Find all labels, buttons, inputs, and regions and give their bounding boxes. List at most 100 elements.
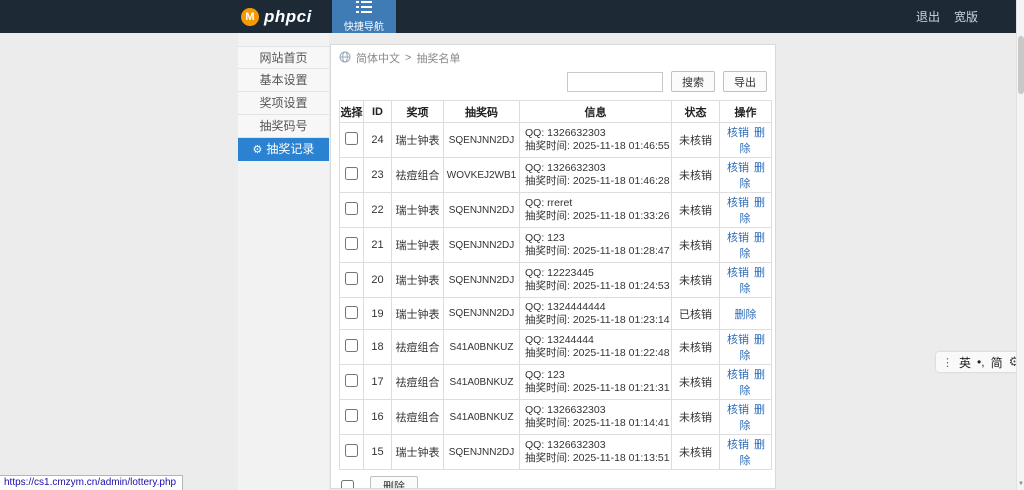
row-prize: 瑞士钟表 <box>392 193 444 228</box>
row-actions: 核销 删除 <box>720 123 772 158</box>
quick-nav-tab[interactable]: 快捷导航 <box>332 0 396 33</box>
row-id: 20 <box>364 263 392 298</box>
row-checkbox[interactable] <box>345 167 358 180</box>
row-qq: QQ: 1326632303 <box>525 439 666 452</box>
row-checkbox[interactable] <box>345 306 358 319</box>
sidebar-item-label: 抽奖记录 <box>266 142 314 156</box>
header-actions: 操作 <box>720 101 772 123</box>
scroll-down-icon[interactable]: ▼ <box>1017 480 1024 488</box>
row-id: 22 <box>364 193 392 228</box>
header-code: 抽奖码 <box>444 101 520 123</box>
row-status: 未核销 <box>672 123 720 158</box>
export-button[interactable]: 导出 <box>723 71 767 92</box>
row-actions: 核销 删除 <box>720 435 772 470</box>
quick-nav-label: 快捷导航 <box>344 18 384 33</box>
row-qq: QQ: 1326632303 <box>525 404 666 417</box>
sidebar-item-lottery-records[interactable]: ⚙抽奖记录 <box>238 138 329 161</box>
row-id: 15 <box>364 435 392 470</box>
toolbar: 搜索 导出 <box>339 71 767 92</box>
table-row: 16 祛痘组合 S41A0BNKUZ QQ: 1326632303 抽奖时间: … <box>340 400 772 435</box>
ime-charset-mode[interactable]: 简 <box>991 354 1003 371</box>
row-time: 抽奖时间: 2025-11-18 01:28:47 <box>525 245 666 258</box>
table-row: 23 祛痘组合 WOVKEJ2WB1 QQ: 1326632303 抽奖时间: … <box>340 158 772 193</box>
row-status: 未核销 <box>672 193 720 228</box>
row-checkbox[interactable] <box>345 237 358 250</box>
verify-link[interactable]: 核销 <box>727 439 749 451</box>
drag-handle-icon[interactable]: ⋮ <box>942 356 953 369</box>
row-info: QQ: 1326632303 抽奖时间: 2025-11-18 01:46:55 <box>520 123 672 158</box>
row-code: S41A0BNKUZ <box>444 330 520 365</box>
row-time: 抽奖时间: 2025-11-18 01:23:14 <box>525 314 666 327</box>
delete-link[interactable]: 删除 <box>735 309 757 321</box>
menu-list-icon <box>356 1 372 16</box>
search-input[interactable] <box>567 72 663 92</box>
row-prize: 瑞士钟表 <box>392 298 444 330</box>
verify-link[interactable]: 核销 <box>727 162 749 174</box>
header-info: 信息 <box>520 101 672 123</box>
breadcrumb-language[interactable]: 简体中文 <box>356 50 400 66</box>
row-info: QQ: rreret 抽奖时间: 2025-11-18 01:33:26 <box>520 193 672 228</box>
row-prize: 祛痘组合 <box>392 400 444 435</box>
row-info: QQ: 12223445 抽奖时间: 2025-11-18 01:24:53 <box>520 263 672 298</box>
row-checkbox[interactable] <box>345 339 358 352</box>
row-checkbox[interactable] <box>345 444 358 457</box>
search-button[interactable]: 搜索 <box>671 71 715 92</box>
sidebar-item-home[interactable]: 网站首页 <box>238 46 329 69</box>
logout-link[interactable]: 退出 <box>916 8 940 25</box>
row-actions: 核销 删除 <box>720 158 772 193</box>
sidebar-item-basic-settings[interactable]: 基本设置 <box>238 69 329 92</box>
verify-link[interactable]: 核销 <box>727 267 749 279</box>
table-row: 15 瑞士钟表 SQENJNN2DJ QQ: 1326632303 抽奖时间: … <box>340 435 772 470</box>
row-actions: 核销 删除 <box>720 400 772 435</box>
breadcrumb: 简体中文 > 抽奖名单 <box>339 49 767 67</box>
sidebar: 网站首页 基本设置 奖项设置 抽奖码号 ⚙抽奖记录 <box>238 33 329 490</box>
row-id: 18 <box>364 330 392 365</box>
verify-link[interactable]: 核销 <box>727 197 749 209</box>
ime-punctuation-mode[interactable]: •, <box>977 355 985 369</box>
row-checkbox[interactable] <box>345 272 358 285</box>
row-time: 抽奖时间: 2025-11-18 01:21:31 <box>525 382 666 395</box>
row-status: 未核销 <box>672 435 720 470</box>
row-checkbox[interactable] <box>345 409 358 422</box>
row-prize: 祛痘组合 <box>392 158 444 193</box>
select-all-checkbox[interactable] <box>341 480 354 490</box>
row-info: QQ: 1326632303 抽奖时间: 2025-11-18 01:14:41 <box>520 400 672 435</box>
verify-link[interactable]: 核销 <box>727 127 749 139</box>
verify-link[interactable]: 核销 <box>727 404 749 416</box>
verify-link[interactable]: 核销 <box>727 232 749 244</box>
sidebar-item-label: 网站首页 <box>259 51 307 65</box>
row-time: 抽奖时间: 2025-11-18 01:33:26 <box>525 210 666 223</box>
breadcrumb-separator: > <box>405 52 411 64</box>
brand-logo[interactable]: M phpci <box>241 0 312 33</box>
sidebar-item-prize-settings[interactable]: 奖项设置 <box>238 92 329 115</box>
row-status: 未核销 <box>672 365 720 400</box>
verify-link[interactable]: 核销 <box>727 334 749 346</box>
row-qq: QQ: 123 <box>525 232 666 245</box>
header-select: 选择 <box>340 101 364 123</box>
row-code: SQENJNN2DJ <box>444 228 520 263</box>
table-row: 18 祛痘组合 S41A0BNKUZ QQ: 13244444 抽奖时间: 20… <box>340 330 772 365</box>
row-id: 16 <box>364 400 392 435</box>
row-checkbox[interactable] <box>345 132 358 145</box>
row-code: WOVKEJ2WB1 <box>444 158 520 193</box>
scrollbar-thumb[interactable] <box>1018 36 1024 94</box>
vertical-scrollbar[interactable]: ▲ ▼ <box>1016 0 1024 490</box>
breadcrumb-page: 抽奖名单 <box>416 50 460 66</box>
row-prize: 瑞士钟表 <box>392 263 444 298</box>
verify-link[interactable]: 核销 <box>727 369 749 381</box>
row-time: 抽奖时间: 2025-11-18 01:46:28 <box>525 175 666 188</box>
logo-text: phpci <box>264 7 312 27</box>
logo-icon: M <box>241 8 259 26</box>
wide-layout-link[interactable]: 宽版 <box>954 8 978 25</box>
sidebar-item-lottery-codes[interactable]: 抽奖码号 <box>238 115 329 138</box>
row-time: 抽奖时间: 2025-11-18 01:46:55 <box>525 140 666 153</box>
row-checkbox[interactable] <box>345 374 358 387</box>
row-info: QQ: 123 抽奖时间: 2025-11-18 01:21:31 <box>520 365 672 400</box>
row-prize: 瑞士钟表 <box>392 228 444 263</box>
row-checkbox[interactable] <box>345 202 358 215</box>
bulk-delete-button[interactable]: 删除 <box>370 476 418 489</box>
row-status: 未核销 <box>672 330 720 365</box>
ime-language-mode[interactable]: 英 <box>959 354 971 371</box>
row-info: QQ: 1326632303 抽奖时间: 2025-11-18 01:46:28 <box>520 158 672 193</box>
row-qq: QQ: 1326632303 <box>525 127 666 140</box>
